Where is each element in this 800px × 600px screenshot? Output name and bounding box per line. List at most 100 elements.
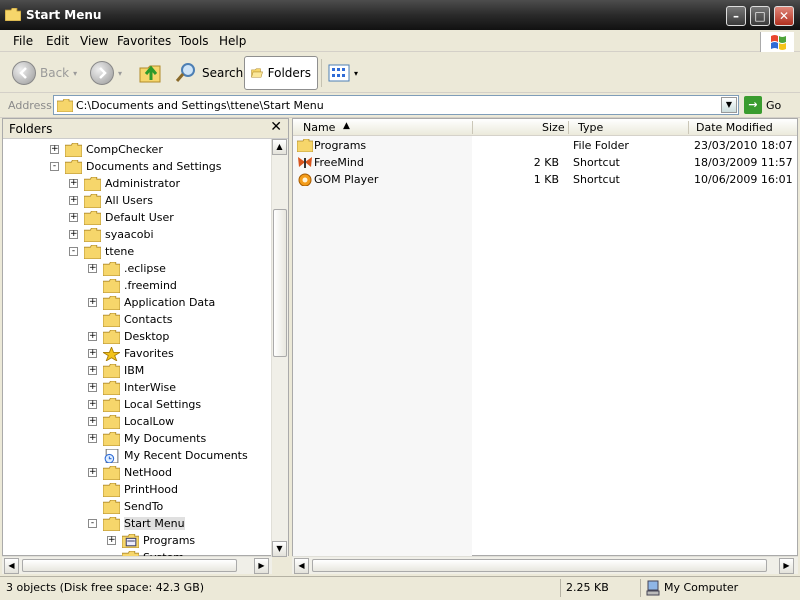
menu-favorites[interactable]: Favorites — [117, 34, 171, 48]
expand-icon[interactable]: + — [88, 332, 97, 341]
tree-item[interactable]: SendTo — [103, 498, 163, 515]
tree-item[interactable]: syaacobi — [84, 226, 154, 243]
tree-item[interactable]: Default User — [84, 209, 174, 226]
tree-item-label: Programs — [143, 534, 196, 547]
scroll-down-button[interactable]: ▼ — [272, 541, 287, 557]
tree-item[interactable]: Documents and Settings — [65, 158, 222, 175]
tree-item[interactable]: IBM — [103, 362, 144, 379]
list-item[interactable]: GOM Player 1 KB Shortcut 10/06/2009 16:01 — [293, 171, 797, 188]
sort-ascending-icon: ▲ — [343, 121, 350, 131]
file-list-hscrollbar[interactable]: ◀ ▶ — [292, 556, 798, 574]
up-folder-button[interactable] — [138, 56, 164, 90]
close-pane-icon[interactable]: ✕ — [270, 119, 282, 135]
tree-item[interactable]: Local Settings — [103, 396, 201, 413]
address-input[interactable]: C:\Documents and Settings\ttene\Start Me… — [53, 95, 739, 115]
tree-item[interactable]: LocalLow — [103, 413, 174, 430]
tree-item[interactable]: My Recent Documents — [103, 447, 248, 464]
expand-icon[interactable]: + — [88, 400, 97, 409]
tree-item[interactable]: Programs — [122, 532, 195, 549]
scroll-right-button[interactable]: ▶ — [254, 558, 269, 574]
hscroll-thumb[interactable] — [22, 559, 237, 572]
file-type: Shortcut — [573, 156, 620, 169]
tree-item[interactable]: CompChecker — [65, 141, 163, 158]
tree-item[interactable]: PrintHood — [103, 481, 178, 498]
expand-icon[interactable]: + — [88, 383, 97, 392]
file-type: File Folder — [573, 139, 629, 152]
tree-item-label: IBM — [124, 364, 145, 377]
expand-icon[interactable]: + — [69, 196, 78, 205]
column-header-date-modified[interactable]: Date Modified — [696, 121, 773, 134]
folders-button[interactable]: Folders — [244, 56, 318, 90]
expand-icon[interactable]: + — [88, 264, 97, 273]
scroll-up-button[interactable]: ▲ — [272, 139, 287, 155]
menu-edit[interactable]: Edit — [46, 34, 69, 48]
expand-icon[interactable]: + — [69, 230, 78, 239]
menu-tools[interactable]: Tools — [179, 34, 209, 48]
tree-item[interactable]: Favorites — [103, 345, 174, 362]
folder-icon — [84, 176, 101, 191]
folder-tree-hscrollbar[interactable]: ◀ ▶ — [2, 556, 272, 574]
expand-icon[interactable]: + — [88, 468, 97, 477]
expand-icon[interactable]: + — [69, 179, 78, 188]
expand-icon[interactable]: + — [69, 213, 78, 222]
views-button[interactable]: ▾ — [328, 56, 358, 90]
forward-button[interactable]: ▾ — [90, 56, 122, 90]
tree-item[interactable]: InterWise — [103, 379, 176, 396]
tree-item[interactable]: My Documents — [103, 430, 206, 447]
address-dropdown-button[interactable]: ▼ — [721, 97, 737, 113]
scroll-thumb[interactable] — [273, 209, 287, 357]
expand-icon[interactable]: + — [88, 298, 97, 307]
close-button[interactable]: ✕ — [774, 6, 794, 26]
minimize-button[interactable]: – — [726, 6, 746, 26]
expand-icon[interactable]: + — [88, 434, 97, 443]
folder-icon — [84, 193, 101, 208]
scroll-left-button[interactable]: ◀ — [294, 558, 309, 574]
tree-item-label: Favorites — [124, 347, 174, 360]
tree-item[interactable]: NetHood — [103, 464, 172, 481]
column-header-size[interactable]: Size — [542, 121, 565, 134]
list-item[interactable]: Programs File Folder 23/03/2010 18:07 — [293, 137, 797, 154]
expand-icon[interactable]: + — [88, 366, 97, 375]
maximize-button[interactable]: □ — [750, 6, 770, 26]
recent-icon — [104, 448, 119, 463]
tree-item[interactable]: Contacts — [103, 311, 173, 328]
tree-item[interactable]: Start Menu — [103, 515, 185, 532]
tree-item-label: My Recent Documents — [124, 449, 248, 462]
collapse-icon[interactable]: - — [88, 519, 97, 528]
folder-icon — [103, 278, 120, 293]
tree-item[interactable]: .freemind — [103, 277, 177, 294]
tree-item-label: SendTo — [124, 500, 164, 513]
menu-file[interactable]: File — [13, 34, 33, 48]
column-header-name[interactable]: Name — [303, 121, 335, 134]
tree-item-label: Default User — [105, 211, 174, 224]
folders-pane: Folders ✕ CompChecker + Documents and Sett… — [2, 118, 289, 557]
tree-item-label: Local Settings — [124, 398, 202, 411]
folder-tree-scrollbar[interactable]: ▲ ▼ — [271, 139, 288, 557]
tree-item[interactable]: .eclipse — [103, 260, 166, 277]
tree-item-label: All Users — [105, 194, 153, 207]
go-button[interactable]: → Go — [744, 96, 781, 114]
expand-icon[interactable]: + — [88, 349, 97, 358]
tree-item[interactable]: Application Data — [103, 294, 215, 311]
expand-icon[interactable]: + — [88, 417, 97, 426]
hscroll-thumb[interactable] — [312, 559, 767, 572]
expand-icon[interactable]: + — [107, 536, 116, 545]
tree-item[interactable]: All Users — [84, 192, 153, 209]
tree-item-label: Start Menu — [124, 517, 185, 530]
search-button[interactable]: Search — [174, 56, 243, 90]
tree-item[interactable]: Administrator — [84, 175, 180, 192]
up-folder-icon — [139, 65, 161, 83]
scroll-left-button[interactable]: ◀ — [4, 558, 19, 574]
tree-item[interactable]: ttene — [84, 243, 134, 260]
list-item[interactable]: FreeMind 2 KB Shortcut 18/03/2009 11:57 — [293, 154, 797, 171]
column-header-type[interactable]: Type — [578, 121, 603, 134]
menu-help[interactable]: Help — [219, 34, 246, 48]
collapse-icon[interactable]: - — [50, 162, 59, 171]
tree-item[interactable]: Desktop — [103, 328, 169, 345]
back-button[interactable]: Back ▾ — [12, 56, 77, 90]
collapse-icon[interactable]: - — [69, 247, 78, 256]
menu-view[interactable]: View — [80, 34, 108, 48]
expand-icon[interactable]: + — [50, 145, 59, 154]
scroll-right-button[interactable]: ▶ — [779, 558, 794, 574]
folder-icon — [103, 499, 120, 514]
